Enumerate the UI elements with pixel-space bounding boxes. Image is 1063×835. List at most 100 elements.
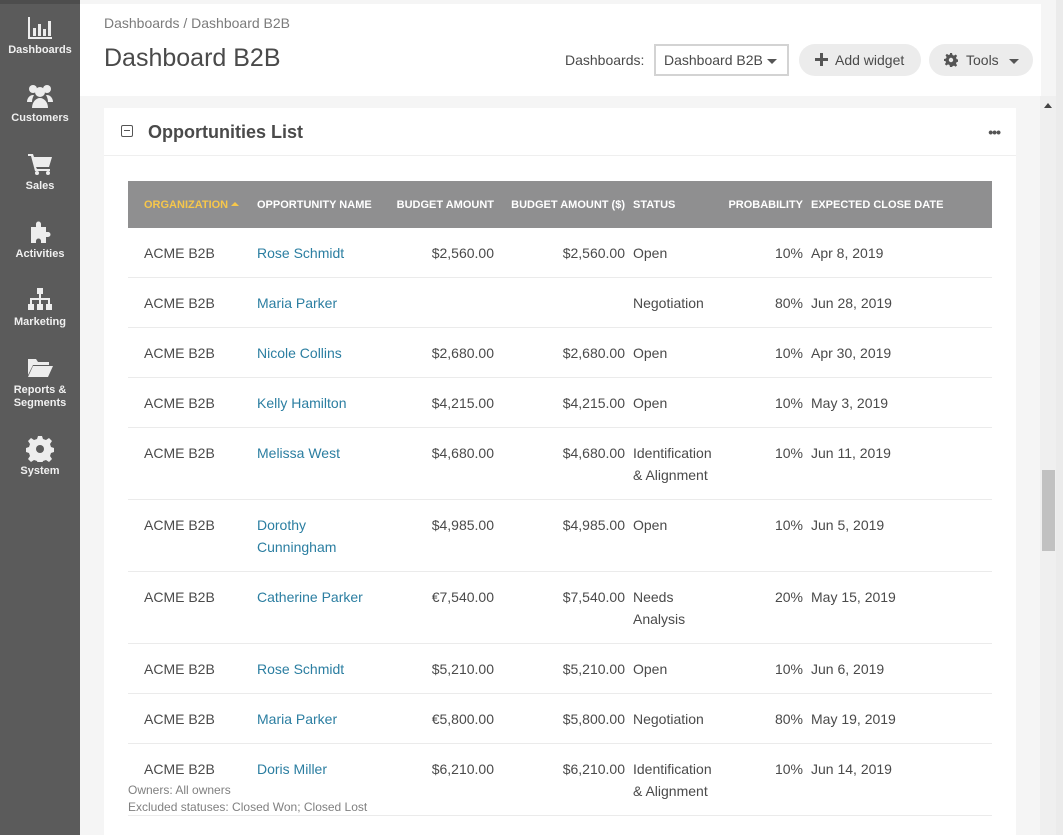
add-widget-label: Add widget — [835, 52, 905, 68]
cell-probability: 10% — [720, 377, 803, 428]
cell-status: Needs Analysis — [625, 571, 720, 644]
cell-budget-amount: $4,680.00 — [380, 427, 494, 500]
column-header-probability[interactable]: PROBABILITY — [720, 181, 803, 228]
column-header-opportunity-name[interactable]: OPPORTUNITY NAME — [249, 181, 380, 228]
column-header-budget-amount-usd[interactable]: BUDGET AMOUNT ($) — [494, 181, 625, 228]
table-row[interactable]: ACME B2B Rose Schmidt $2,560.00 $2,560.00 Op… — [128, 228, 992, 278]
cell-budget-amount-usd: $4,985.00 — [494, 499, 625, 572]
column-header-expected-close-date[interactable]: EXPECTED CLOSE DATE — [803, 181, 992, 228]
cell-expected-close-date: Apr 8, 2019 — [803, 228, 992, 278]
cell-opportunity-name[interactable]: Dorothy Cunningham — [249, 499, 380, 572]
sidebar-item-dashboards[interactable]: Dashboards — [0, 15, 80, 57]
cell-budget-amount-usd: $7,540.00 — [494, 571, 625, 644]
cell-probability: 10% — [720, 327, 803, 378]
sitemap-icon — [25, 287, 55, 313]
cell-organization: ACME B2B — [128, 277, 249, 328]
cell-opportunity-name[interactable]: Rose Schmidt — [249, 228, 380, 278]
cell-status: Open — [625, 643, 720, 694]
cell-opportunity-name[interactable]: Maria Parker — [249, 693, 380, 744]
cell-opportunity-name[interactable]: Maria Parker — [249, 277, 380, 328]
sidebar-item-system[interactable]: System — [0, 436, 80, 478]
sidebar-top-strip — [0, 0, 80, 4]
cell-expected-close-date: May 3, 2019 — [803, 377, 992, 428]
sidebar-item-label: Marketing — [14, 316, 66, 328]
gear-icon — [944, 53, 958, 67]
cell-budget-amount-usd: $4,215.00 — [494, 377, 625, 428]
cell-expected-close-date: Jun 6, 2019 — [803, 643, 992, 694]
cell-expected-close-date: Apr 30, 2019 — [803, 327, 992, 378]
tools-button[interactable]: Tools — [929, 44, 1033, 76]
table-row[interactable]: ACME B2B Dorothy Cunningham $4,985.00 $4,98… — [128, 499, 992, 572]
cell-budget-amount-usd — [494, 277, 625, 328]
page-title: Dashboard B2B — [104, 44, 281, 72]
sidebar-item-sales[interactable]: Sales — [0, 151, 80, 193]
cell-budget-amount-usd: $5,210.00 — [494, 643, 625, 694]
cell-expected-close-date: Jun 11, 2019 — [803, 427, 992, 500]
scroll-up-arrow-icon[interactable] — [1044, 103, 1052, 108]
cell-status: Negotiation — [625, 277, 720, 328]
cell-budget-amount: €5,800.00 — [380, 693, 494, 744]
sidebar-item-customers[interactable]: Customers — [0, 83, 80, 125]
cell-opportunity-name[interactable]: Kelly Hamilton — [249, 377, 380, 428]
cell-status: Open — [625, 377, 720, 428]
dashboard-select-value: Dashboard B2B — [664, 52, 763, 68]
cell-opportunity-name[interactable]: Melissa West — [249, 427, 380, 500]
table-header-row: ORGANIZATION OPPORTUNITY NAME BUDGET AMO… — [128, 181, 992, 228]
sidebar-item-label: Reports & — [13, 384, 67, 396]
cell-organization: ACME B2B — [128, 499, 249, 572]
excluded-statuses-text: Excluded statuses: Closed Won; Closed Lo… — [128, 800, 368, 814]
table-row[interactable]: ACME B2B Catherine Parker €7,540.00 $7,540.… — [128, 571, 992, 644]
opportunities-table: ORGANIZATION OPPORTUNITY NAME BUDGET AMO… — [128, 181, 992, 816]
cell-expected-close-date: May 19, 2019 — [803, 693, 992, 744]
table-row[interactable]: ACME B2B Maria Parker €5,800.00 $5,800.00 Ne… — [128, 693, 992, 744]
cell-opportunity-name[interactable]: Catherine Parker — [249, 571, 380, 644]
vertical-scrollbar[interactable] — [1040, 96, 1056, 835]
cell-budget-amount: $4,215.00 — [380, 377, 494, 428]
cell-expected-close-date: Jun 14, 2019 — [803, 743, 992, 816]
column-header-organization[interactable]: ORGANIZATION — [128, 181, 249, 228]
cell-expected-close-date: Jun 28, 2019 — [803, 277, 992, 328]
add-widget-button[interactable]: Add widget — [799, 44, 921, 76]
plus-icon — [815, 53, 828, 66]
cell-status: Negotiation — [625, 693, 720, 744]
owners-filter-text: Owners: All owners — [128, 783, 231, 797]
cell-expected-close-date: May 15, 2019 — [803, 571, 992, 644]
column-header-budget-amount[interactable]: BUDGET AMOUNT — [380, 181, 494, 228]
collapse-icon[interactable] — [121, 125, 133, 137]
table-row[interactable]: ACME B2B Melissa West $4,680.00 $4,680.00 Id… — [128, 427, 992, 500]
cell-budget-amount: €7,540.00 — [380, 571, 494, 644]
cell-probability: 80% — [720, 693, 803, 744]
dashboard-select[interactable]: Dashboard B2B — [654, 44, 789, 76]
cell-budget-amount: $2,560.00 — [380, 228, 494, 278]
sidebar-item-label: Sales — [25, 180, 55, 192]
users-icon — [25, 83, 55, 109]
more-options-icon[interactable]: ••• — [988, 125, 1001, 139]
sidebar-item-activities[interactable]: Activities — [0, 219, 80, 261]
cell-budget-amount: $6,210.00 — [380, 743, 494, 816]
cell-opportunity-name[interactable]: Rose Schmidt — [249, 643, 380, 694]
sidebar-item-reports-segments[interactable]: Reports & Segments — [0, 355, 80, 410]
cell-probability: 80% — [720, 277, 803, 328]
sort-ascending-icon — [231, 201, 240, 206]
table-row[interactable]: ACME B2B Rose Schmidt $5,210.00 $5,210.00 Op… — [128, 643, 992, 694]
breadcrumb[interactable]: Dashboards / Dashboard B2B — [104, 15, 290, 31]
chevron-down-icon — [767, 59, 777, 64]
table-row[interactable]: ACME B2B Kelly Hamilton $4,215.00 $4,215.00… — [128, 377, 992, 428]
cell-opportunity-name[interactable]: Nicole Collins — [249, 327, 380, 378]
scrollbar-thumb[interactable] — [1042, 470, 1055, 551]
cell-status: Identification & Alignment — [625, 427, 720, 500]
table-row[interactable]: ACME B2B Nicole Collins $2,680.00 $2,680.00… — [128, 327, 992, 378]
cell-probability: 10% — [720, 499, 803, 572]
cell-organization: ACME B2B — [128, 427, 249, 500]
sidebar-item-marketing[interactable]: Marketing — [0, 287, 80, 329]
cell-budget-amount-usd: $2,680.00 — [494, 327, 625, 378]
cell-budget-amount-usd: $2,560.00 — [494, 228, 625, 278]
tools-label: Tools — [966, 52, 999, 68]
cell-probability: 10% — [720, 427, 803, 500]
cell-budget-amount — [380, 277, 494, 328]
column-header-status[interactable]: STATUS — [625, 181, 720, 228]
puzzle-icon — [25, 219, 55, 245]
table-row[interactable]: ACME B2B Maria Parker Negotiation 80% Jun 28… — [128, 277, 992, 328]
cell-status: Open — [625, 499, 720, 572]
shopping-cart-icon — [25, 151, 55, 177]
